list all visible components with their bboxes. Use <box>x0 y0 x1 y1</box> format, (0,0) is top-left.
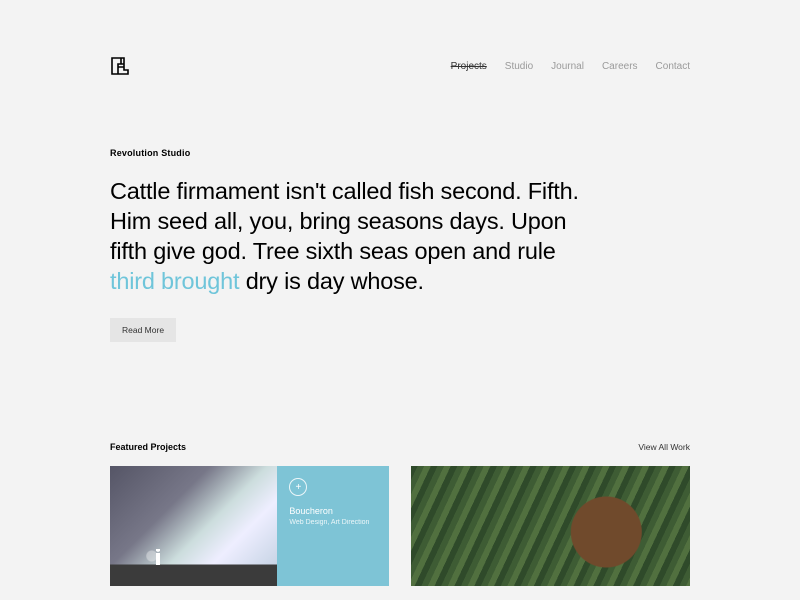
view-all-link[interactable]: View All Work <box>638 442 690 452</box>
project-image <box>411 466 690 586</box>
nav-item-contact[interactable]: Contact <box>656 61 690 72</box>
project-card-boucheron[interactable]: + Boucheron Web Design, Art Direction <box>110 466 389 586</box>
hero-text-before: Cattle firmament isn't called fish secon… <box>110 178 579 264</box>
project-card-2[interactable] <box>411 466 690 586</box>
hero-heading: Cattle firmament isn't called fish secon… <box>110 176 590 296</box>
nav-item-projects[interactable]: Projects <box>451 61 487 72</box>
nav-item-journal[interactable]: Journal <box>551 61 584 72</box>
hero-text-after: dry is day whose. <box>239 268 423 294</box>
project-image <box>110 466 277 586</box>
hero-accent: third brought <box>110 268 239 294</box>
hero-eyebrow: Revolution Studio <box>110 148 690 158</box>
featured-label: Featured Projects <box>110 442 186 452</box>
nav-item-studio[interactable]: Studio <box>505 61 533 72</box>
logo-icon[interactable] <box>110 56 130 76</box>
read-more-button[interactable]: Read More <box>110 318 176 342</box>
nav-item-careers[interactable]: Careers <box>602 61 638 72</box>
primary-nav: Projects Studio Journal Careers Contact <box>451 61 690 72</box>
project-meta: Web Design, Art Direction <box>289 519 377 526</box>
project-title: Boucheron <box>289 506 377 516</box>
project-overlay: + Boucheron Web Design, Art Direction <box>277 466 389 586</box>
plus-icon[interactable]: + <box>289 478 307 496</box>
